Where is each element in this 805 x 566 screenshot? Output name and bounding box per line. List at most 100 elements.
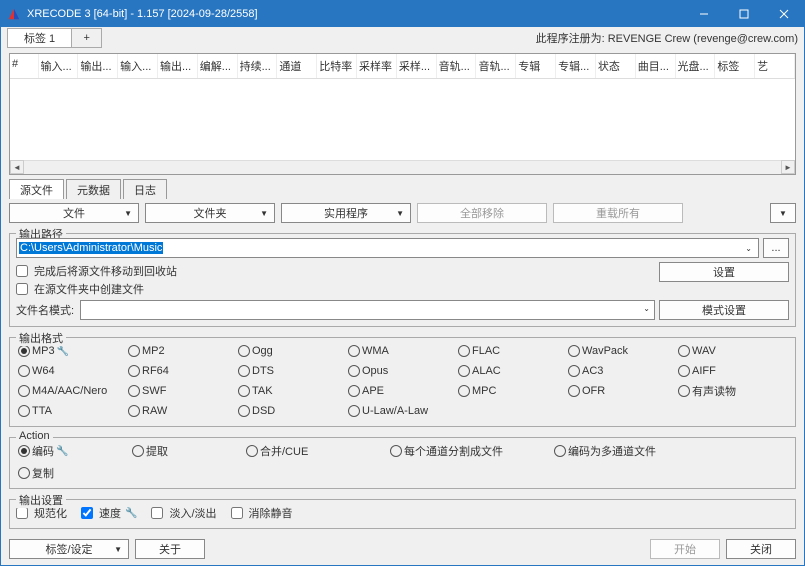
tag-settings-dropdown[interactable]: 标签/设定▼ (9, 539, 129, 559)
format-option[interactable]: AIFF (676, 362, 786, 380)
grid-column-header[interactable]: 编解... (198, 54, 238, 78)
speed-checkbox[interactable] (81, 507, 93, 519)
grid-column-header[interactable]: 输入... (39, 54, 79, 78)
normalize-checkbox[interactable] (16, 507, 28, 519)
create-in-source-checkbox[interactable] (16, 283, 28, 295)
grid-column-header[interactable]: 输出... (78, 54, 118, 78)
chevron-down-icon: ▼ (396, 209, 404, 218)
output-settings-label: 输出设置 (16, 492, 66, 508)
tab-log[interactable]: 日志 (123, 179, 167, 199)
grid-h-scrollbar[interactable]: ◄ ► (10, 160, 795, 174)
format-option[interactable]: WavPack (566, 342, 676, 360)
create-in-source-label: 在源文件夹中创建文件 (34, 281, 144, 297)
recycle-label: 完成后将源文件移动到回收站 (34, 263, 177, 279)
pattern-settings-button[interactable]: 模式设置 (659, 300, 789, 320)
format-option[interactable]: ALAC (456, 362, 566, 380)
tab-source[interactable]: 源文件 (9, 179, 64, 199)
format-option[interactable]: W64 (16, 362, 126, 380)
scroll-left-arrow[interactable]: ◄ (10, 160, 24, 174)
format-option[interactable]: FLAC (456, 342, 566, 360)
output-path-input[interactable]: C:\Users\Administrator\Music ⌄ (16, 238, 759, 258)
grid-column-header[interactable]: 光盘... (676, 54, 716, 78)
filename-pattern-input[interactable]: ⌄ (80, 300, 655, 320)
format-option[interactable]: DSD (236, 402, 346, 420)
browse-button[interactable]: ... (763, 238, 789, 258)
path-settings-button[interactable]: 设置 (659, 262, 789, 282)
format-option[interactable]: M4A/AAC/Nero (16, 382, 126, 400)
extra-dropdown[interactable]: ▼ (770, 203, 796, 223)
format-option[interactable]: DTS (236, 362, 346, 380)
tab-metadata[interactable]: 元数据 (66, 179, 121, 199)
wrench-icon[interactable]: 🔧 (125, 508, 137, 519)
format-option[interactable]: AC3 (566, 362, 676, 380)
grid-column-header[interactable]: 专辑 (516, 54, 556, 78)
output-path-group: 输出路径 C:\Users\Administrator\Music ⌄ ... … (9, 233, 796, 327)
grid-column-header[interactable]: 标签 (715, 54, 755, 78)
wrench-icon[interactable]: 🔧 (56, 446, 68, 457)
file-grid[interactable]: #输入...输出...输入...输出...编解...持续...通道比特率采样率采… (9, 53, 796, 175)
maximize-button[interactable] (724, 1, 764, 27)
grid-column-header[interactable]: 音轨... (437, 54, 477, 78)
action-option[interactable]: 合并/CUE (244, 442, 384, 460)
output-settings-group: 输出设置 规范化 速度 🔧 淡入/淡出 消除静音 (9, 499, 796, 529)
close-app-button[interactable]: 关闭 (726, 539, 796, 559)
scroll-right-arrow[interactable]: ► (781, 160, 795, 174)
format-option[interactable]: Ogg (236, 342, 346, 360)
format-option[interactable]: TAK (236, 382, 346, 400)
format-option[interactable]: U-Law/A-Law (346, 402, 456, 420)
close-button[interactable] (764, 1, 804, 27)
grid-column-header[interactable]: 比特率 (317, 54, 357, 78)
about-button[interactable]: 关于 (135, 539, 205, 559)
format-grid: MP3🔧MP2OggWMAFLACWavPackWAVW64RF64DTSOpu… (16, 342, 789, 420)
action-option[interactable]: 编码为多通道文件 (552, 442, 712, 460)
output-format-label: 输出格式 (16, 330, 66, 346)
action-row: 编码🔧提取合并/CUE每个通道分割成文件编码为多通道文件复制 (16, 442, 789, 482)
format-option[interactable]: TTA (16, 402, 126, 420)
format-option[interactable]: APE (346, 382, 456, 400)
wrench-icon[interactable]: 🔧 (57, 346, 69, 357)
fade-checkbox[interactable] (151, 507, 163, 519)
minimize-button[interactable] (684, 1, 724, 27)
format-option[interactable]: MPC (456, 382, 566, 400)
grid-column-header[interactable]: 采样率 (357, 54, 397, 78)
add-tab-button[interactable]: + (72, 28, 102, 48)
grid-column-header[interactable]: 通道 (277, 54, 317, 78)
action-option[interactable]: 编码🔧 (16, 442, 126, 460)
grid-column-header[interactable]: 输出... (158, 54, 198, 78)
grid-column-header[interactable]: 状态 (596, 54, 636, 78)
grid-column-header[interactable]: 艺 (755, 54, 795, 78)
format-option[interactable]: 有声读物 (676, 382, 786, 400)
grid-column-header[interactable]: 持续... (238, 54, 278, 78)
pattern-label: 文件名模式: (16, 302, 76, 318)
action-option[interactable]: 复制 (16, 464, 96, 482)
grid-column-header[interactable]: 采样... (397, 54, 437, 78)
reset-all-button[interactable]: 重载所有 (553, 203, 683, 223)
project-tab[interactable]: 标签 1 (7, 28, 72, 48)
grid-column-header[interactable]: 输入... (118, 54, 158, 78)
grid-column-header[interactable]: 专辑... (556, 54, 596, 78)
format-option[interactable]: RAW (126, 402, 236, 420)
registration-text: 此程序注册为: REVENGE Crew (revenge@crew.com) (536, 30, 798, 46)
recycle-checkbox[interactable] (16, 265, 28, 277)
format-option[interactable]: WMA (346, 342, 456, 360)
grid-column-header[interactable]: # (10, 54, 39, 78)
action-option[interactable]: 提取 (130, 442, 240, 460)
remove-all-button[interactable]: 全部移除 (417, 203, 547, 223)
silence-checkbox[interactable] (231, 507, 243, 519)
utility-dropdown[interactable]: 实用程序▼ (281, 203, 411, 223)
start-button[interactable]: 开始 (650, 539, 720, 559)
action-option[interactable]: 每个通道分割成文件 (388, 442, 548, 460)
grid-column-header[interactable]: 曲目... (636, 54, 676, 78)
format-option[interactable]: MP2 (126, 342, 236, 360)
scroll-track[interactable] (24, 160, 781, 174)
file-dropdown[interactable]: 文件▼ (9, 203, 139, 223)
folder-dropdown[interactable]: 文件夹▼ (145, 203, 275, 223)
format-option[interactable]: WAV (676, 342, 786, 360)
format-option[interactable]: OFR (566, 382, 676, 400)
chevron-down-icon: ▼ (124, 209, 132, 218)
format-option[interactable]: SWF (126, 382, 236, 400)
grid-column-header[interactable]: 音轨... (476, 54, 516, 78)
format-option[interactable]: RF64 (126, 362, 236, 380)
format-option[interactable]: Opus (346, 362, 456, 380)
grid-body[interactable] (10, 79, 795, 160)
